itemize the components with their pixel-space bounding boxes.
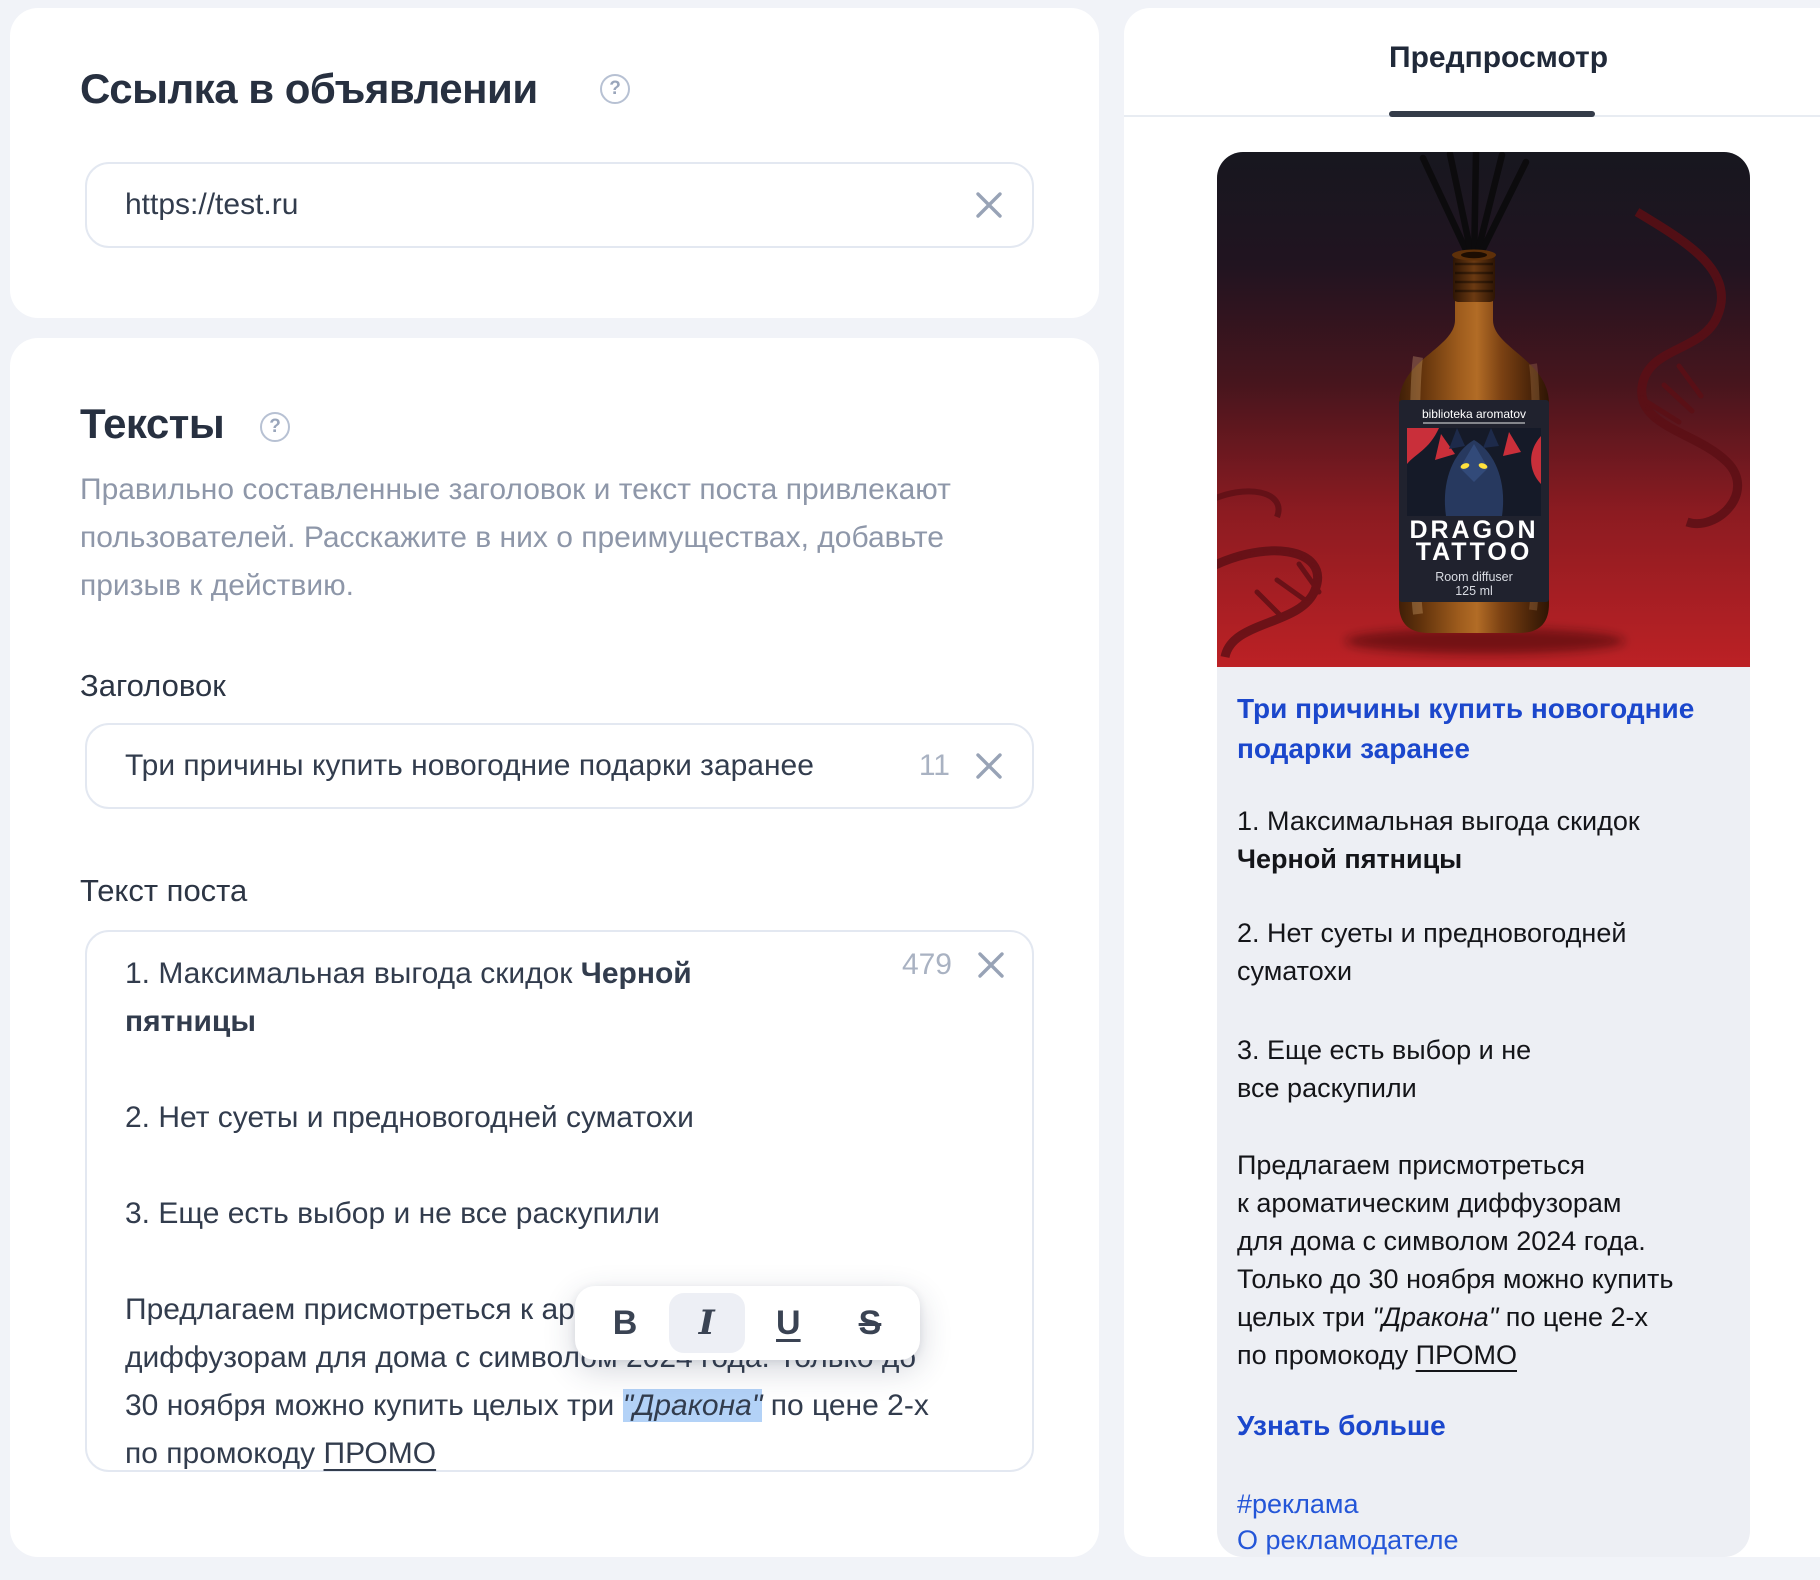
- selected-text: "Дракона": [623, 1389, 763, 1422]
- preview-text-line: Предлагаем присмотреться: [1237, 1146, 1730, 1184]
- help-icon[interactable]: ?: [260, 412, 290, 442]
- promo-code-text: ПРОМО: [324, 1437, 437, 1470]
- description-line: призыв к действию.: [80, 562, 951, 610]
- clear-headline-icon[interactable]: [972, 749, 1006, 783]
- page: Ссылка в объявлении ? https://test.ru Те…: [0, 0, 1820, 1580]
- url-input[interactable]: https://test.ru: [85, 162, 1034, 248]
- headline-input-value: Три причины купить новогодние подарки за…: [125, 749, 919, 783]
- preview-paragraph-2: 2. Нет суеты и предновогодней суматохи: [1237, 914, 1730, 990]
- product-volume: 125 ml: [1455, 584, 1493, 598]
- preview-text-line: для дома с символом 2024 года.: [1237, 1222, 1730, 1260]
- italic-button[interactable]: I: [669, 1293, 745, 1353]
- preview-text: по промокоду: [1237, 1340, 1416, 1370]
- strikethrough-button[interactable]: S: [832, 1293, 908, 1353]
- ad-preview-card: biblioteka aromatov: [1217, 152, 1750, 1557]
- learn-more-link[interactable]: Узнать больше: [1237, 1407, 1730, 1445]
- preview-paragraph-1: 1. Максимальная выгода скидок Черной пят…: [1237, 802, 1730, 878]
- preview-text-italic: "Дракона": [1372, 1302, 1498, 1332]
- post-char-counter: 479: [902, 948, 952, 982]
- clear-url-icon[interactable]: [972, 188, 1006, 222]
- headline-char-counter: 11: [919, 749, 950, 783]
- preview-text-line-bold: Черной пятницы: [1237, 840, 1730, 878]
- italic-icon: I: [699, 1303, 715, 1343]
- post-counter-wrap: 479: [902, 948, 1008, 982]
- post-text-bold: Черной: [581, 957, 692, 990]
- post-paragraph-2: 2. Нет суеты и предновогодней суматохи: [125, 1094, 922, 1142]
- ad-link-card: Ссылка в объявлении ? https://test.ru: [10, 8, 1099, 318]
- post-paragraph-1: 1. Максимальная выгода скидок Черной пят…: [125, 950, 922, 1046]
- preview-title-line: Три причины купить новогодние: [1237, 689, 1730, 729]
- help-icon[interactable]: ?: [600, 74, 630, 104]
- post-text-bold: пятницы: [125, 998, 922, 1046]
- question-mark-glyph: ?: [269, 416, 281, 437]
- preview-text: целых три: [1237, 1302, 1372, 1332]
- question-mark-glyph: ?: [609, 78, 621, 99]
- post-text-label: Текст поста: [80, 873, 247, 909]
- preview-text-body: Три причины купить новогодние подарки за…: [1217, 689, 1750, 1557]
- product-name-line2: TATTOO: [1416, 538, 1533, 566]
- preview-text-line: к ароматическим диффузорам: [1237, 1184, 1730, 1222]
- preview-meta: #реклама О рекламодателе: [1237, 1486, 1730, 1557]
- strikethrough-icon: S: [859, 1304, 882, 1343]
- post-text: 1. Максимальная выгода скидок: [125, 957, 581, 990]
- ad-link-title: Ссылка в объявлении: [80, 65, 538, 113]
- product-subtitle: Room diffuser: [1435, 570, 1513, 584]
- texts-card: Тексты ? Правильно составленные заголово…: [10, 338, 1099, 1557]
- about-advertiser-link[interactable]: О рекламодателе: [1237, 1522, 1730, 1557]
- preview-panel: Предпросмотр: [1124, 8, 1820, 1557]
- dragon-artwork: [1407, 428, 1541, 516]
- product-image: biblioteka aromatov: [1217, 152, 1750, 667]
- underline-icon: U: [776, 1304, 801, 1343]
- preview-text-line: 2. Нет суеты и предновогодней: [1237, 914, 1730, 952]
- preview-text-line: 3. Еще есть выбор и не: [1237, 1031, 1730, 1069]
- post-text-area[interactable]: 479 1. Максимальная выгода скидок Черной…: [85, 930, 1034, 1472]
- preview-text-line: 1. Максимальная выгода скидок: [1237, 802, 1730, 840]
- active-tab-underline: [1389, 111, 1595, 117]
- preview-title-line: подарки заранее: [1237, 729, 1730, 769]
- bold-icon: B: [613, 1304, 638, 1343]
- preview-text-line: все раскупили: [1237, 1069, 1730, 1107]
- description-line: Правильно составленные заголовок и текст…: [80, 466, 951, 514]
- text-format-toolbar: B I U S: [575, 1286, 920, 1360]
- preview-title: Три причины купить новогодние подарки за…: [1237, 689, 1730, 769]
- bold-button[interactable]: B: [587, 1293, 663, 1353]
- clear-post-icon[interactable]: [974, 948, 1008, 982]
- preview-text-line: Только до 30 ноября можно купить: [1237, 1260, 1730, 1298]
- bottle-label: biblioteka aromatov: [1399, 400, 1549, 602]
- tab-preview[interactable]: Предпросмотр: [1389, 41, 1595, 75]
- ad-hashtag-link[interactable]: #реклама: [1237, 1486, 1730, 1522]
- texts-title: Тексты: [80, 400, 224, 448]
- underline-button[interactable]: U: [750, 1293, 826, 1353]
- preview-paragraph-4: Предлагаем присмотреться к ароматическим…: [1237, 1146, 1730, 1374]
- post-text: 30 ноября можно купить целых три: [125, 1389, 623, 1422]
- brand-name: biblioteka aromatov: [1422, 407, 1526, 421]
- preview-paragraph-3: 3. Еще есть выбор и не все раскупили: [1237, 1031, 1730, 1107]
- headline-label: Заголовок: [80, 668, 226, 704]
- description-line: пользователей. Расскажите в них о преиму…: [80, 514, 951, 562]
- headline-input[interactable]: Три причины купить новогодние подарки за…: [85, 723, 1034, 809]
- url-input-value: https://test.ru: [125, 188, 972, 222]
- post-text: по цене 2-х: [762, 1389, 928, 1422]
- preview-text: по цене 2-х: [1498, 1302, 1648, 1332]
- post-text: по промокоду: [125, 1437, 324, 1470]
- post-paragraph-3: 3. Еще есть выбор и не все раскупили: [125, 1190, 922, 1238]
- texts-description: Правильно составленные заголовок и текст…: [80, 466, 951, 610]
- preview-promo-code: ПРОМО: [1416, 1340, 1517, 1370]
- preview-text-line: суматохи: [1237, 952, 1730, 990]
